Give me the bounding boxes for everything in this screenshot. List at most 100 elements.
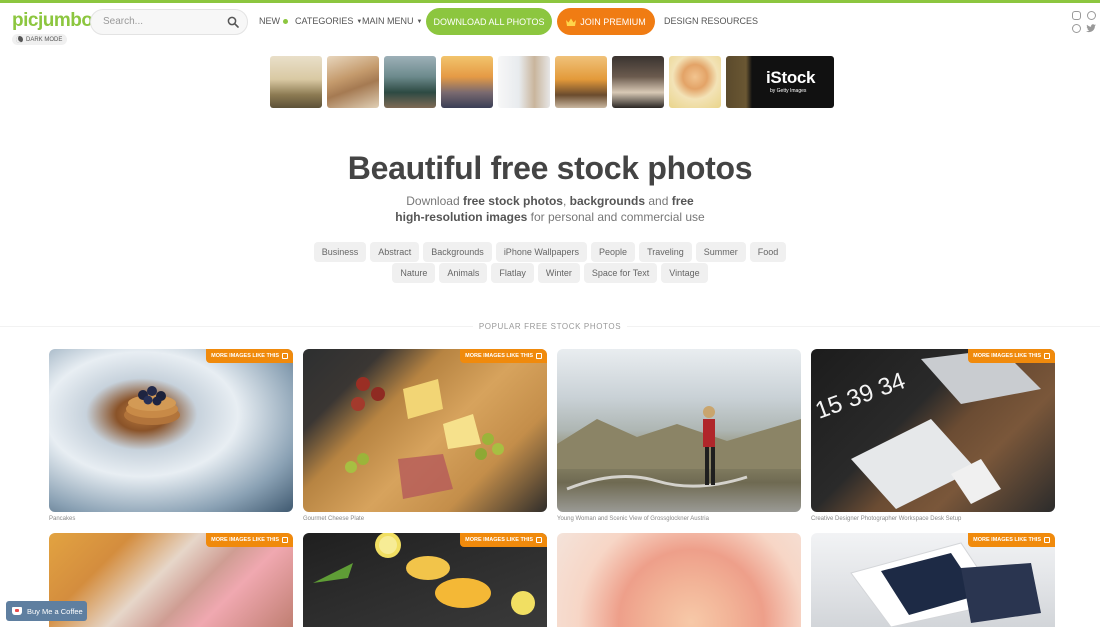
photo-caption[interactable]: Pancakes xyxy=(49,516,75,522)
ad-thumbnail[interactable] xyxy=(441,56,493,108)
join-premium-label: JOIN PREMIUM xyxy=(580,16,646,27)
hero-subtitle: Download free stock photos, backgrounds … xyxy=(390,193,710,225)
ad-thumbnail[interactable] xyxy=(669,56,721,108)
facebook-icon[interactable] xyxy=(1087,11,1096,20)
download-all-label: DOWNLOAD ALL PHOTOS xyxy=(433,16,545,27)
join-premium-button[interactable]: JOIN PREMIUM xyxy=(557,8,655,35)
iphone-graphic xyxy=(850,542,1041,627)
popular-section-heading: POPULAR FREE STOCK PHOTOS xyxy=(0,322,1100,331)
more-images-label: MORE IMAGES LIKE THIS xyxy=(973,537,1041,543)
photo-card-rose[interactable] xyxy=(557,533,801,627)
tag-summer[interactable]: Summer xyxy=(695,242,746,262)
more-images-badge[interactable]: MORE IMAGES LIKE THIS xyxy=(460,533,547,547)
istock-logo-tile[interactable]: iStock by Getty Images xyxy=(726,56,834,108)
coffee-cup-icon xyxy=(12,607,22,615)
fruit-graphic xyxy=(313,533,535,615)
tag-nature[interactable]: Nature xyxy=(392,263,436,283)
ad-thumbnail[interactable] xyxy=(555,56,607,108)
hero-subtitle-text: and xyxy=(645,194,672,208)
more-images-badge[interactable]: MORE IMAGES LIKE THIS xyxy=(460,349,547,363)
photo-card-designer-desk[interactable]: 15 39 34 MORE IMAGES LIKE THIS xyxy=(811,349,1055,512)
nav-categories-label: CATEGORIES xyxy=(295,16,354,26)
tag-business[interactable]: Business xyxy=(313,242,367,262)
ad-thumbnail[interactable] xyxy=(327,56,379,108)
istock-ad-strip[interactable]: iStock by Getty Images xyxy=(270,56,834,108)
instagram-icon[interactable] xyxy=(1072,11,1081,20)
tag-abstract[interactable]: Abstract xyxy=(370,242,420,262)
more-images-label: MORE IMAGES LIKE THIS xyxy=(973,353,1041,359)
ad-thumbnail[interactable] xyxy=(498,56,550,108)
pinterest-icon[interactable] xyxy=(1072,24,1081,33)
new-dot-icon xyxy=(283,19,288,25)
search-box[interactable] xyxy=(90,9,248,35)
more-images-badge[interactable]: MORE IMAGES LIKE THIS xyxy=(968,533,1055,547)
more-images-badge[interactable]: MORE IMAGES LIKE THIS xyxy=(206,533,293,547)
nav-design-resources[interactable]: DESIGN RESOURCES xyxy=(664,16,758,26)
nav-new-label: NEW xyxy=(259,16,280,26)
photo-card-iphone[interactable]: MORE IMAGES LIKE THIS xyxy=(811,533,1055,627)
buy-me-a-coffee-label: Buy Me a Coffee xyxy=(27,606,83,616)
site-header: picjumbo NEW CATEGORIES▼ MAIN MENU▼ DOWN… xyxy=(0,3,1100,41)
ad-thumbnail[interactable] xyxy=(612,56,664,108)
more-images-label: MORE IMAGES LIKE THIS xyxy=(211,537,279,543)
buy-me-a-coffee-button[interactable]: Buy Me a Coffee xyxy=(6,601,87,621)
download-all-photos-button[interactable]: DOWNLOAD ALL PHOTOS xyxy=(426,8,552,35)
tag-iphone-wallpapers[interactable]: iPhone Wallpapers xyxy=(495,242,588,262)
dark-mode-label: DARK MODE xyxy=(26,36,63,43)
istock-logo-subtext: by Getty Images xyxy=(770,88,807,94)
tag-space-for-text[interactable]: Space for Text xyxy=(583,263,658,283)
nav-new[interactable]: NEW xyxy=(259,16,288,26)
search-icon[interactable] xyxy=(227,16,239,28)
hero-subtitle-text: for personal and commercial use xyxy=(527,210,705,224)
istock-logo-text: iStock xyxy=(766,68,816,87)
blueberries-graphic xyxy=(124,386,180,425)
hero-title: Beautiful free stock photos xyxy=(347,150,753,186)
caret-down-icon: ▼ xyxy=(416,18,423,25)
nav-categories[interactable]: CATEGORIES ▼ xyxy=(295,16,362,26)
hero-subtitle-bold: free stock photos xyxy=(462,194,563,208)
tag-people[interactable]: People xyxy=(591,242,636,262)
photo-card-grossglockner[interactable] xyxy=(557,349,801,512)
nav-main-menu[interactable]: MAIN MENU ▼ xyxy=(362,16,422,26)
mountain-woman-graphic xyxy=(557,406,801,491)
external-link-icon xyxy=(1044,537,1050,543)
external-link-icon xyxy=(536,537,542,543)
nav-design-resources-label: DESIGN RESOURCES xyxy=(664,16,759,26)
tag-backgrounds[interactable]: Backgrounds xyxy=(423,242,492,262)
dark-mode-toggle[interactable]: DARK MODE xyxy=(12,34,68,45)
search-input[interactable] xyxy=(103,16,223,27)
external-link-icon xyxy=(282,537,288,543)
popular-section-heading-text: POPULAR FREE STOCK PHOTOS xyxy=(472,322,628,331)
tag-traveling[interactable]: Traveling xyxy=(639,242,692,262)
ad-thumbnail[interactable] xyxy=(270,56,322,108)
tag-winter[interactable]: Winter xyxy=(537,263,580,283)
photo-card-pancakes[interactable]: MORE IMAGES LIKE THIS xyxy=(49,349,293,512)
category-tags-row-2: Nature Animals Flatlay Winter Space for … xyxy=(0,263,1100,283)
nav-main-menu-label: MAIN MENU xyxy=(362,16,414,26)
tag-food[interactable]: Food xyxy=(749,242,787,262)
site-logo[interactable]: picjumbo xyxy=(12,10,93,32)
moon-icon xyxy=(16,36,23,43)
external-link-icon xyxy=(282,353,288,359)
tag-vintage[interactable]: Vintage xyxy=(661,263,708,283)
photo-caption[interactable]: Creative Designer Photographer Workspace… xyxy=(811,516,961,522)
hero-subtitle-text: Download xyxy=(406,194,463,208)
external-link-icon xyxy=(1044,353,1050,359)
more-images-label: MORE IMAGES LIKE THIS xyxy=(211,353,279,359)
twitter-icon[interactable] xyxy=(1086,24,1096,33)
photo-caption[interactable]: Gourmet Cheese Plate xyxy=(303,516,364,522)
category-tags-row-1: Business Abstract Backgrounds iPhone Wal… xyxy=(0,242,1100,262)
more-images-badge[interactable]: MORE IMAGES LIKE THIS xyxy=(206,349,293,363)
photo-caption[interactable]: Young Woman and Scenic View of Grossgloc… xyxy=(557,516,709,522)
external-link-icon xyxy=(536,353,542,359)
tag-animals[interactable]: Animals xyxy=(439,263,488,283)
svg-text:15 39 34: 15 39 34 xyxy=(812,367,909,424)
crown-icon xyxy=(566,18,577,26)
hero-subtitle-bold: backgrounds xyxy=(569,194,646,208)
photo-card-cheese-plate[interactable]: MORE IMAGES LIKE THIS xyxy=(303,349,547,512)
photo-card-mango-lemons[interactable]: MORE IMAGES LIKE THIS xyxy=(303,533,547,627)
tag-flatlay[interactable]: Flatlay xyxy=(491,263,534,283)
more-images-badge[interactable]: MORE IMAGES LIKE THIS xyxy=(968,349,1055,363)
hero-subtitle-text: , xyxy=(562,194,570,208)
ad-thumbnail[interactable] xyxy=(384,56,436,108)
